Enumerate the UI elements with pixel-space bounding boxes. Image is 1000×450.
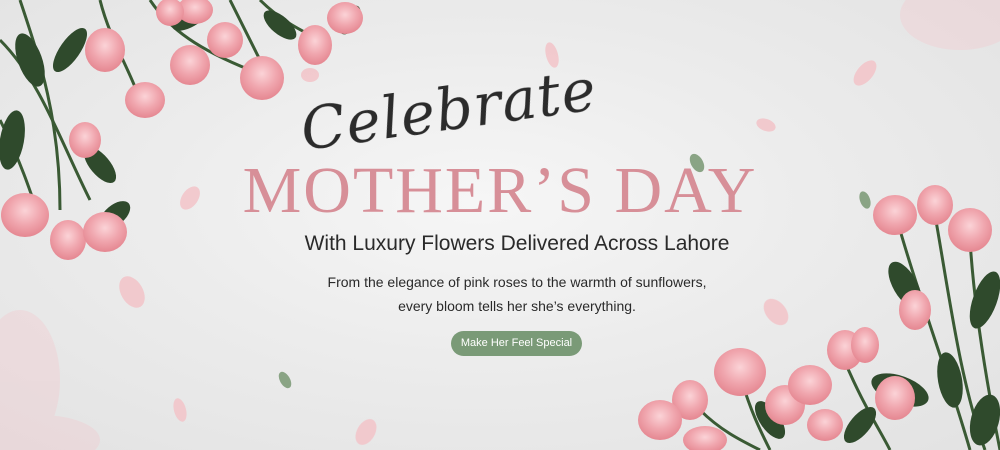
leaf (278, 371, 292, 389)
falling-petal (853, 60, 877, 86)
falling-petal (301, 68, 319, 82)
falling-petal (355, 419, 377, 445)
description-line-2: every bloom tells her she’s everything. (398, 298, 636, 314)
mothers-day-hero-banner: Celebrate MOTHER’S DAY With Luxury Flowe… (0, 0, 1000, 450)
make-her-feel-special-button[interactable]: Make Her Feel Special (451, 331, 582, 356)
falling-petal (173, 398, 187, 422)
description-line-1: From the elegance of pink roses to the w… (327, 274, 707, 290)
falling-petal (756, 118, 776, 132)
banner-description: From the elegance of pink roses to the w… (0, 270, 1000, 318)
banner-subtitle: With Luxury Flowers Delivered Across Lah… (304, 232, 730, 255)
mothers-day-title: MOTHER’S DAY (242, 154, 758, 227)
